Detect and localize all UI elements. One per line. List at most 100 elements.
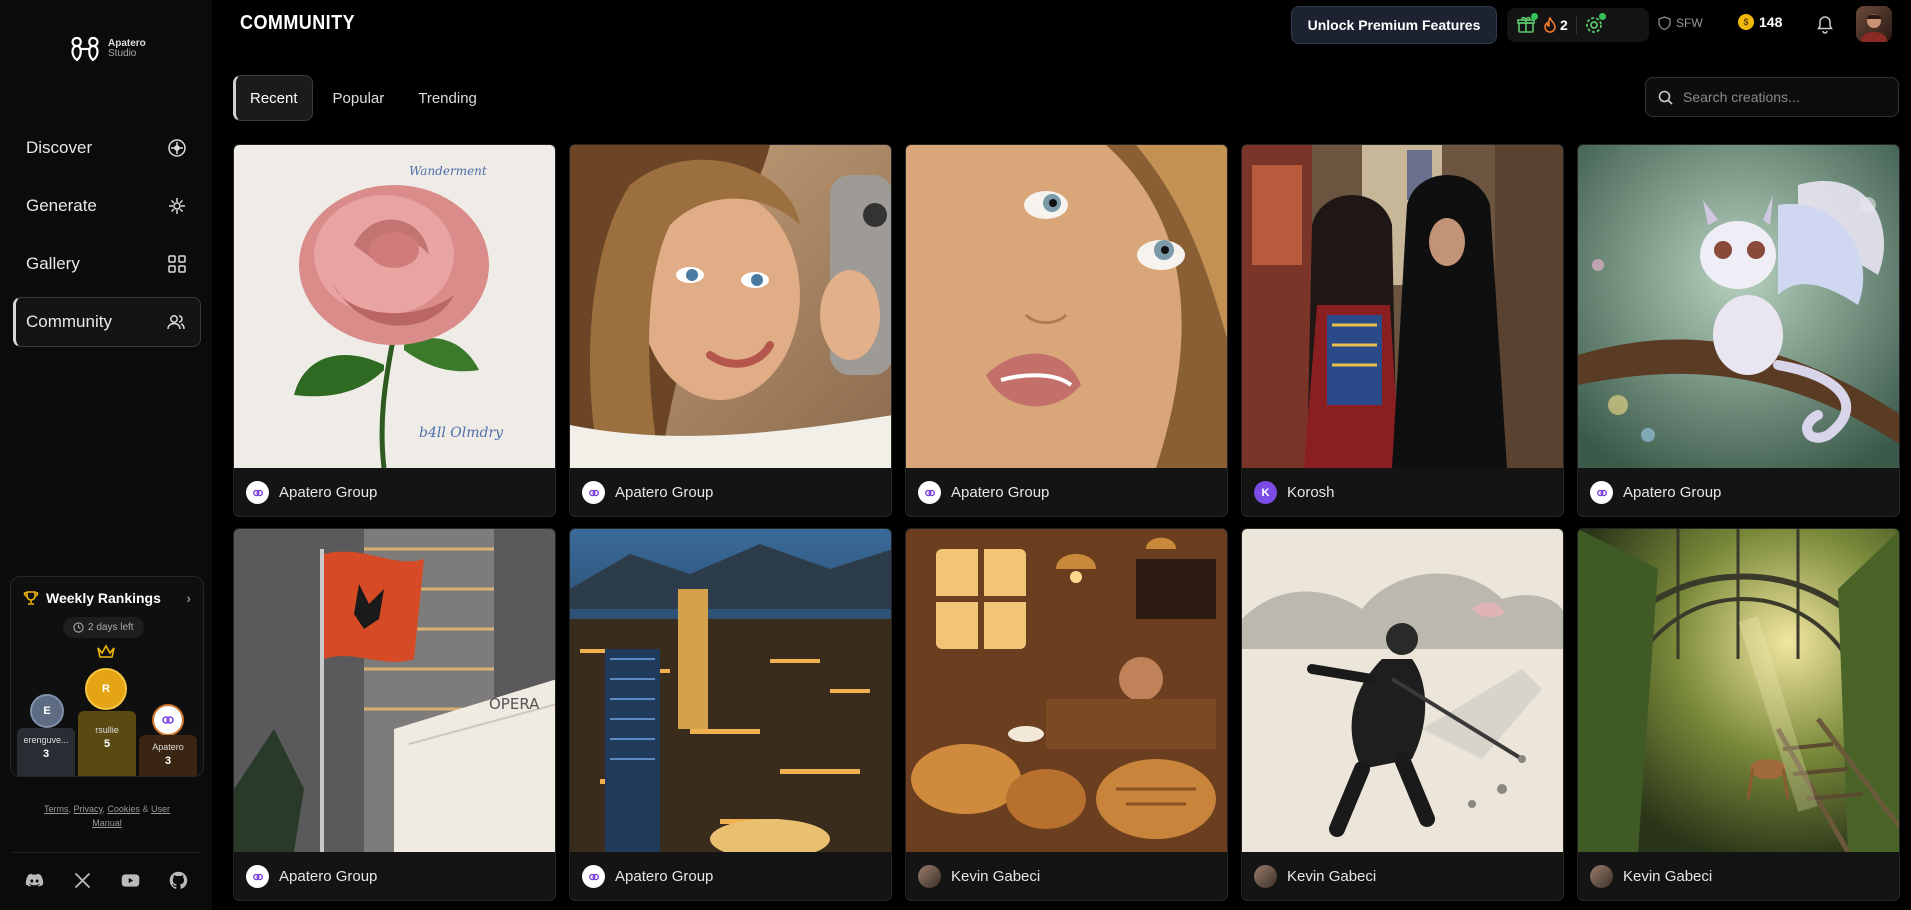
card-author[interactable]: Apatero Group: [234, 468, 555, 516]
coin-icon: $: [1738, 14, 1754, 30]
chevron-right-icon[interactable]: ›: [186, 590, 191, 606]
cookies-link[interactable]: Cookies: [107, 804, 140, 814]
card-author[interactable]: Kevin Gabeci: [1578, 852, 1899, 900]
grid-icon: [168, 255, 186, 273]
clock-icon: [73, 622, 84, 633]
creation-image-selfie[interactable]: [570, 145, 891, 468]
sfw-toggle[interactable]: SFW: [1658, 16, 1703, 30]
days-left-badge: 2 days left: [63, 617, 144, 638]
sidebar-item-discover[interactable]: Discover: [13, 123, 201, 173]
sidebar-item-gallery[interactable]: Gallery: [13, 239, 201, 289]
shield-icon: [1658, 16, 1671, 30]
author-name: Kevin Gabeci: [1287, 868, 1377, 885]
discord-icon[interactable]: [24, 870, 45, 891]
creation-card[interactable]: Kevin Gabeci: [1577, 528, 1900, 901]
user-avatar[interactable]: [1856, 6, 1892, 42]
credits-balance[interactable]: $ 148: [1738, 14, 1782, 30]
brand-logo[interactable]: Apatero Studio: [68, 32, 146, 66]
card-author[interactable]: Apatero Group: [570, 852, 891, 900]
tab-popular[interactable]: Popular: [319, 75, 399, 121]
sidebar-item-label: Gallery: [26, 254, 80, 273]
sidebar-nav: Discover Generate Gallery Community: [13, 123, 201, 355]
author-avatar: [918, 865, 941, 888]
author-name: Kevin Gabeci: [1623, 868, 1713, 885]
user-photo-icon: [1860, 14, 1888, 42]
creation-image-market[interactable]: [1242, 145, 1563, 468]
creation-card[interactable]: Apatero Group: [569, 144, 892, 517]
tab-trending[interactable]: Trending: [404, 75, 491, 121]
apatero-avatar-icon: [588, 489, 599, 496]
author-avatar: [1590, 481, 1613, 504]
creation-image-station[interactable]: [1578, 529, 1899, 852]
tab-recent[interactable]: Recent: [233, 75, 313, 121]
status-separator: [1575, 16, 1577, 34]
third-place-avatar[interactable]: [152, 704, 184, 736]
search-icon: [1658, 90, 1673, 105]
author-name: Apatero Group: [951, 484, 1050, 501]
author-avatar: [918, 481, 941, 504]
creation-card[interactable]: Wanderment b4ll Olmdry Apatero Group: [233, 144, 556, 517]
sidebar: Apatero Studio Discover Generate Gallery: [0, 0, 212, 910]
rankings-header: Weekly Rankings ›: [11, 577, 203, 606]
creation-image-bakery[interactable]: [906, 529, 1227, 852]
creation-image-flag[interactable]: OPERA: [234, 529, 555, 852]
apatero-avatar-icon: [252, 873, 263, 880]
feed-tabs: Recent Popular Trending: [233, 75, 491, 121]
sidebar-item-community[interactable]: Community: [13, 297, 201, 347]
first-place-avatar[interactable]: R: [85, 668, 127, 710]
card-author[interactable]: Apatero Group: [570, 468, 891, 516]
podium-first: rsullie 5: [78, 711, 136, 776]
creation-card[interactable]: Apatero Group: [569, 528, 892, 901]
author-avatar: [582, 865, 605, 888]
gift-button[interactable]: [1517, 13, 1538, 34]
card-author[interactable]: Apatero Group: [234, 852, 555, 900]
card-author[interactable]: Kevin Gabeci: [1242, 852, 1563, 900]
search-input[interactable]: [1683, 89, 1883, 105]
second-place-avatar[interactable]: E: [30, 694, 64, 728]
creation-card[interactable]: K Korosh: [1241, 144, 1564, 517]
privacy-link[interactable]: Privacy: [74, 804, 103, 814]
creation-image-dragon[interactable]: [1578, 145, 1899, 468]
streak-counter[interactable]: 2: [1543, 17, 1568, 33]
creation-image-rose[interactable]: Wanderment b4ll Olmdry: [234, 145, 555, 468]
author-name: Apatero Group: [1623, 484, 1722, 501]
apatero-avatar-icon: [588, 873, 599, 880]
author-avatar: [246, 865, 269, 888]
sidebar-divider: [12, 852, 200, 853]
card-author[interactable]: K Korosh: [1242, 468, 1563, 516]
author-avatar: [246, 481, 269, 504]
creation-card[interactable]: OPERA Apatero Group: [233, 528, 556, 901]
unlock-premium-button[interactable]: Unlock Premium Features: [1291, 6, 1497, 44]
creation-card[interactable]: Kevin Gabeci: [1241, 528, 1564, 901]
podium-name: Apatero: [152, 742, 184, 752]
youtube-icon[interactable]: [120, 870, 141, 891]
podium-name: rsullie: [95, 725, 119, 735]
apatero-logo-icon: [71, 36, 99, 62]
creation-card[interactable]: Kevin Gabeci: [905, 528, 1228, 901]
creation-image-city[interactable]: [570, 529, 891, 852]
podium-score: 3: [42, 748, 50, 760]
card-author[interactable]: Apatero Group: [1578, 468, 1899, 516]
podium-score: 5: [103, 738, 111, 750]
apatero-avatar-icon: [924, 489, 935, 496]
weekly-rankings-card[interactable]: Weekly Rankings › 2 days left R E erengu…: [10, 576, 204, 777]
x-icon[interactable]: [72, 870, 93, 891]
bell-icon[interactable]: [1815, 14, 1835, 34]
apatero-avatar-icon: [162, 716, 174, 724]
creation-image-face[interactable]: [906, 145, 1227, 468]
creation-card[interactable]: Apatero Group: [1577, 144, 1900, 517]
sidebar-item-generate[interactable]: Generate: [13, 181, 201, 231]
app-root: Apatero Studio Discover Generate Gallery: [0, 0, 1911, 910]
compass-icon: [168, 139, 186, 157]
card-author[interactable]: Kevin Gabeci: [906, 852, 1227, 900]
github-icon[interactable]: [168, 870, 189, 891]
card-author[interactable]: Apatero Group: [906, 468, 1227, 516]
creation-card[interactable]: Apatero Group: [905, 144, 1228, 517]
apatero-avatar-icon: [1596, 489, 1607, 496]
legal-ampersand: &: [142, 804, 149, 814]
settings-status-button[interactable]: [1585, 13, 1606, 34]
creation-image-samurai[interactable]: [1242, 529, 1563, 852]
page-title: COMMUNITY: [240, 12, 356, 34]
terms-link[interactable]: Terms: [44, 804, 69, 814]
podium-third: Apatero 3: [139, 735, 197, 776]
